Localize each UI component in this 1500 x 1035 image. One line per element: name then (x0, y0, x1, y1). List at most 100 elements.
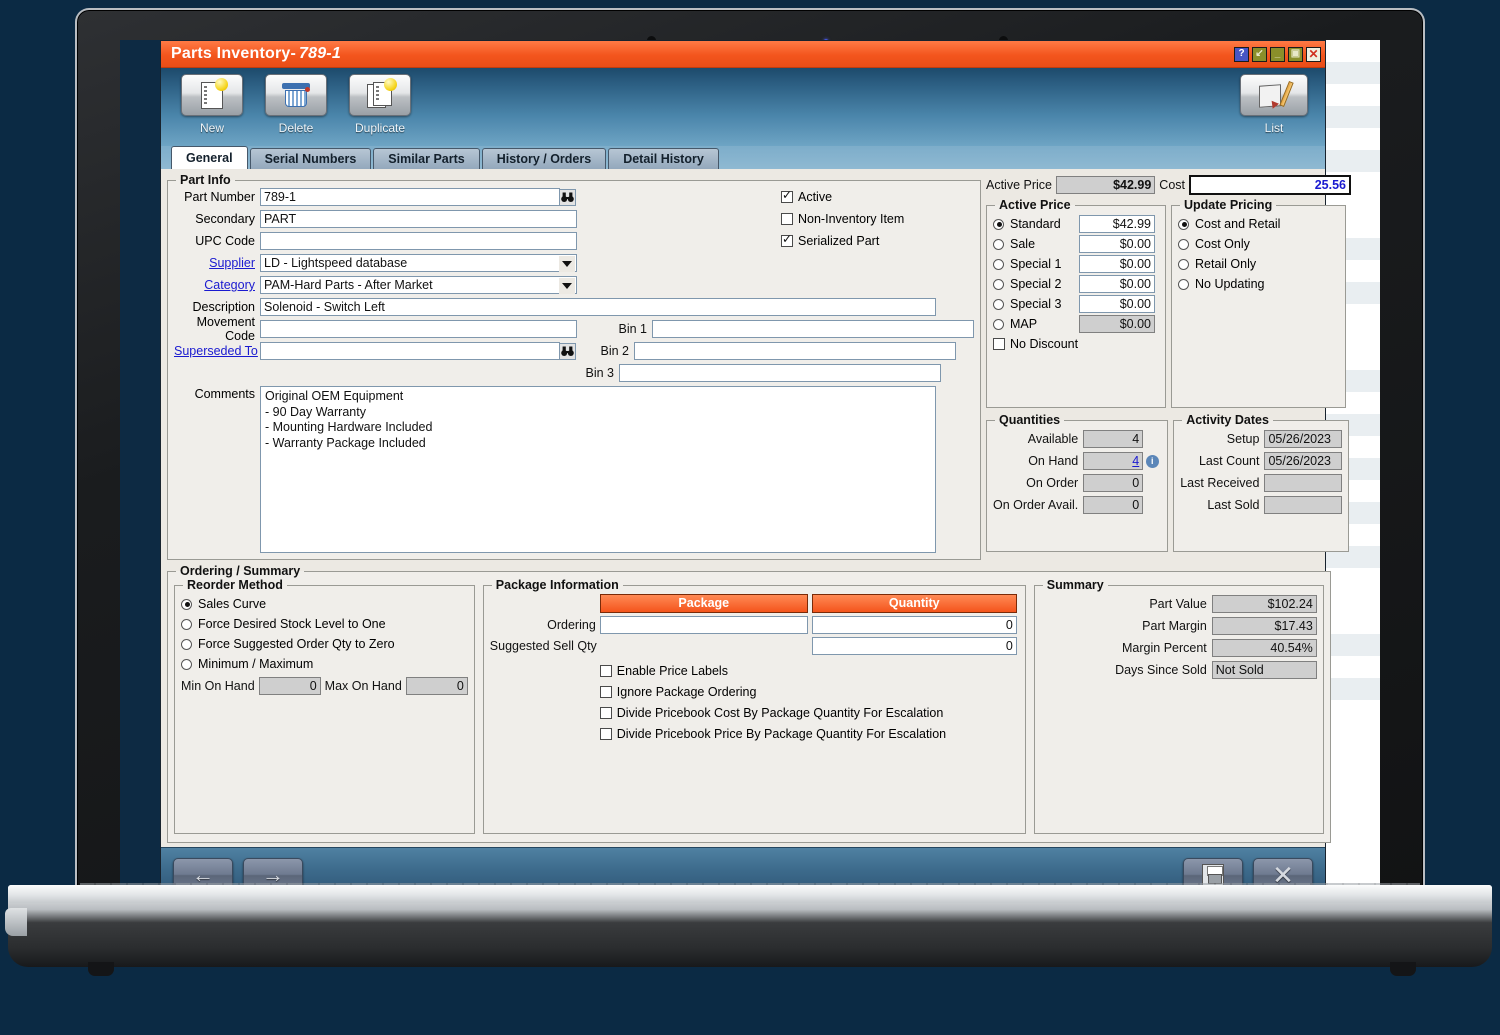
price-label-map: MAP (1010, 317, 1038, 331)
min-on-hand-label: Min On Hand (181, 679, 255, 693)
radio-dot (181, 638, 192, 650)
tab-general[interactable]: General (171, 146, 248, 169)
summary-row-part-value: Part Value $102.24 (1041, 594, 1317, 614)
price-option-special-3[interactable]: Special 3 (993, 294, 1159, 314)
update-label-cost-only: Cost Only (1195, 237, 1250, 251)
tab-history-orders[interactable]: History / Orders (481, 148, 607, 169)
tab-detail-history[interactable]: Detail History (608, 148, 719, 169)
minimize-button[interactable]: _ (1270, 46, 1285, 62)
quantity-label-on-hand: On Hand (1028, 454, 1079, 468)
superseded-to-input[interactable] (260, 342, 560, 360)
help-button[interactable]: ? (1234, 46, 1249, 62)
description-input[interactable] (260, 298, 936, 316)
maximize-button[interactable]: ▣ (1288, 46, 1303, 62)
secondary-input[interactable] (260, 210, 577, 228)
quantity-value-on-hand[interactable]: 4 (1083, 452, 1144, 470)
divide-pricebook-cost-checkbox[interactable]: Divide Pricebook Cost By Package Quantit… (599, 702, 1019, 723)
update-option-cost-and-retail[interactable]: Cost and Retail (1178, 214, 1339, 234)
list-button[interactable]: List (1231, 74, 1317, 135)
suggested-sell-qty-input[interactable] (811, 637, 1017, 655)
info-icon[interactable]: i (1145, 454, 1159, 468)
laptop-latch-notch (5, 908, 27, 936)
price-input-special-2[interactable] (1079, 275, 1155, 293)
chevron-down-icon[interactable] (559, 256, 575, 272)
price-option-map[interactable]: MAP $0.00 (993, 314, 1159, 334)
restore-button[interactable]: ↙ (1252, 46, 1267, 62)
bin3-input[interactable] (619, 364, 941, 382)
close-button[interactable]: ✕ (1306, 46, 1321, 62)
superseded-lookup-icon[interactable] (560, 342, 576, 360)
active-checkbox[interactable]: Active (781, 187, 904, 207)
secondary-label: Secondary (195, 212, 255, 226)
package-information-legend: Package Information (495, 578, 619, 592)
no-discount-checkbox[interactable]: No Discount (993, 337, 1159, 351)
category-select[interactable]: PAM-Hard Parts - After Market (260, 276, 577, 294)
package-column-headers: Package Quantity (599, 594, 1019, 613)
ordering-quantity-input[interactable] (811, 616, 1017, 634)
quantity-label-available: Available (1027, 432, 1079, 446)
enable-price-labels-checkbox[interactable]: Enable Price Labels (599, 660, 1019, 681)
supplier-select[interactable]: LD - Lightspeed database (260, 254, 577, 272)
price-input-standard[interactable] (1079, 215, 1155, 233)
quantity-value-on-order-avail: 0 (1083, 496, 1144, 514)
ordering-summary-legend: Ordering / Summary (180, 564, 301, 578)
price-input-sale[interactable] (1079, 235, 1155, 253)
non-inventory-item-checkbox[interactable]: Non-Inventory Item (781, 209, 904, 229)
part-number-lookup-icon[interactable] (560, 188, 576, 206)
price-option-special-1[interactable]: Special 1 (993, 254, 1159, 274)
movement-code-input[interactable] (260, 320, 577, 338)
ignore-package-ordering-checkbox[interactable]: Ignore Package Ordering (599, 681, 1019, 702)
reorder-option-sales-curve[interactable]: Sales Curve (181, 594, 468, 614)
top-area: Part Info Part Number 789-1 Secondary PA… (167, 173, 1351, 560)
bin2-input[interactable] (634, 342, 956, 360)
reorder-option-minimum-maximum[interactable]: Minimum / Maximum (181, 654, 468, 674)
price-input-special-1[interactable] (1079, 255, 1155, 273)
price-option-sale[interactable]: Sale (993, 234, 1159, 254)
ordering-package-input[interactable] (599, 616, 808, 634)
category-link[interactable]: Category (174, 278, 260, 292)
comments-label: Comments (194, 387, 255, 401)
reorder-label-force-suggested-qty: Force Suggested Order Qty to Zero (198, 637, 395, 651)
quantity-row-on-hand: On Hand 4 i (993, 451, 1161, 471)
category-value: PAM-Hard Parts - After Market (264, 278, 433, 292)
delete-button[interactable]: Delete (255, 74, 337, 135)
cost-input[interactable] (1189, 175, 1351, 195)
quantities-legend: Quantities (999, 413, 1061, 427)
upc-label: UPC Code (195, 234, 255, 248)
comments-textarea[interactable]: Original OEM Equipment - 90 Day Warranty… (260, 386, 936, 553)
checkbox-box (781, 188, 793, 203)
tab-similar-parts[interactable]: Similar Parts (373, 148, 480, 169)
upc-input[interactable] (260, 232, 577, 250)
price-option-standard[interactable]: Standard (993, 214, 1159, 234)
package-column-header: Package (599, 594, 808, 613)
bin1-label: Bin 1 (618, 322, 648, 336)
reorder-option-force-suggested-qty[interactable]: Force Suggested Order Qty to Zero (181, 634, 468, 654)
active-price-group: Active Price Standard Sale (986, 198, 1166, 408)
tab-serial-numbers[interactable]: Serial Numbers (249, 148, 372, 169)
chevron-down-icon[interactable] (559, 278, 575, 294)
new-button[interactable]: New (171, 74, 253, 135)
reorder-method-group: Reorder Method Sales Curve Force Desired… (174, 578, 475, 834)
update-option-no-updating[interactable]: No Updating (1178, 274, 1339, 294)
superseded-to-link[interactable]: Superseded To (174, 344, 260, 358)
price-option-special-2[interactable]: Special 2 (993, 274, 1159, 294)
serialized-part-checkbox[interactable]: Serialized Part (781, 231, 904, 251)
package-information-group: Package Information Package Quantity Ord… (482, 578, 1026, 834)
new-button-label: New (199, 121, 224, 135)
checkbox-box (599, 685, 612, 698)
quantity-value-available: 4 (1083, 430, 1144, 448)
update-option-cost-only[interactable]: Cost Only (1178, 234, 1339, 254)
tab-bar: General Serial Numbers Similar Parts His… (161, 146, 1325, 169)
update-label-retail-only: Retail Only (1195, 257, 1257, 271)
checkbox-box (599, 727, 612, 740)
reorder-option-force-desired-stock[interactable]: Force Desired Stock Level to One (181, 614, 468, 634)
part-number-input[interactable] (260, 188, 560, 206)
ignore-package-ordering-label: Ignore Package Ordering (616, 684, 757, 699)
update-option-retail-only[interactable]: Retail Only (1178, 254, 1339, 274)
supplier-link[interactable]: Supplier (174, 256, 260, 270)
bin1-input[interactable] (652, 320, 974, 338)
price-input-special-3[interactable] (1079, 295, 1155, 313)
duplicate-button[interactable]: Duplicate (339, 74, 421, 135)
quantities-group: Quantities Available 4 On Hand 4 i On Or… (986, 413, 1169, 552)
divide-pricebook-price-checkbox[interactable]: Divide Pricebook Price By Package Quanti… (599, 723, 1019, 744)
